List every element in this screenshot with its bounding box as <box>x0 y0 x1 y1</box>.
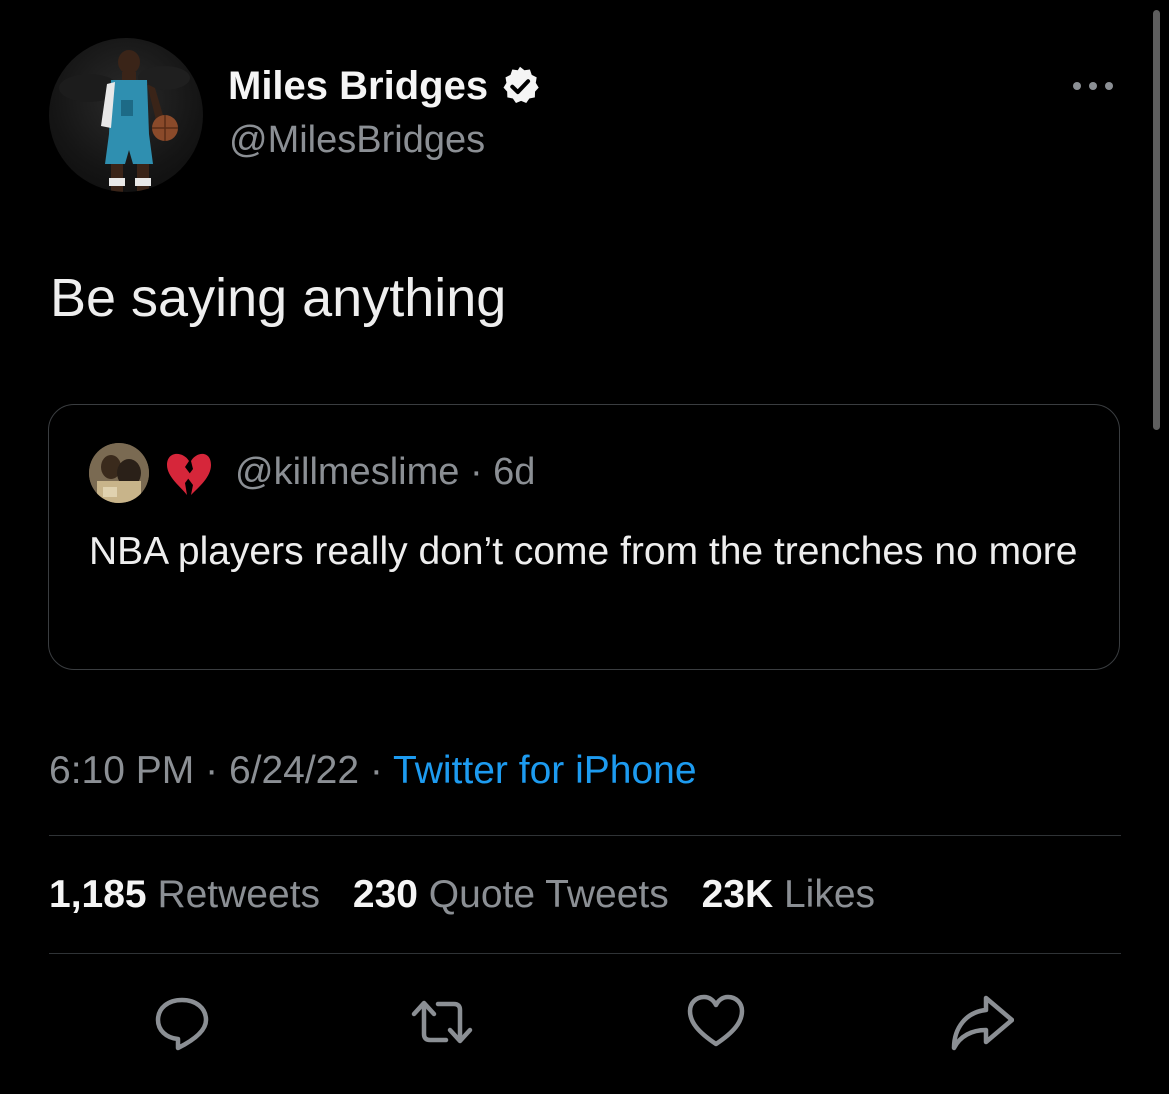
reply-button[interactable] <box>150 990 214 1054</box>
likes-count: 23K <box>701 873 774 916</box>
divider <box>49 953 1121 954</box>
tweet-meta: 6:10 PM · 6/24/22 · Twitter for iPhone <box>49 746 697 796</box>
more-dots-icon[interactable] <box>1068 74 1118 98</box>
tweet-stats: 1,185 Retweets 230 Quote Tweets 23K Like… <box>49 870 897 920</box>
quoted-tweet-card[interactable]: @killmeslime · 6d NBA players really don… <box>48 404 1120 670</box>
reply-icon <box>155 997 209 1051</box>
tweet-source-link[interactable]: Twitter for iPhone <box>393 749 696 792</box>
likes-stat[interactable]: 23K Likes <box>702 873 875 916</box>
meta-separator: · <box>469 451 483 493</box>
author-avatar-image <box>59 50 190 192</box>
broken-heart-emoji <box>167 453 211 495</box>
tweet-date: 6/24/22 <box>228 749 360 792</box>
meta-separator: · <box>369 749 383 792</box>
quoted-author-avatar-image <box>89 443 149 503</box>
heart-icon <box>687 994 745 1047</box>
quote-tweets-label: Quote Tweets <box>428 873 669 916</box>
author-avatar[interactable] <box>49 38 203 192</box>
retweets-label: Retweets <box>157 873 321 916</box>
quoted-tweet-meta: @killmeslime · 6d <box>235 449 535 495</box>
meta-separator: · <box>205 749 219 792</box>
retweet-icon <box>411 1000 473 1044</box>
divider <box>49 835 1121 836</box>
author-handle[interactable]: @MilesBridges <box>229 117 485 163</box>
scrollbar[interactable] <box>1153 10 1160 430</box>
retweets-count: 1,185 <box>49 873 147 916</box>
retweets-stat[interactable]: 1,185 Retweets <box>49 873 320 916</box>
quoted-tweet-text: NBA players really don’t come from the t… <box>89 530 1078 573</box>
quote-tweets-stat[interactable]: 230 Quote Tweets <box>353 873 669 916</box>
quote-tweets-count: 230 <box>352 873 418 916</box>
verified-badge-icon <box>503 66 539 104</box>
author-name[interactable]: Miles Bridges <box>228 62 542 110</box>
share-icon <box>951 995 1015 1051</box>
quoted-tweet-age: 6d <box>493 451 536 493</box>
tweet-text: Be saying anything <box>50 268 507 328</box>
retweet-button[interactable] <box>410 990 474 1054</box>
quoted-author-avatar[interactable] <box>89 443 149 503</box>
like-button[interactable] <box>684 990 748 1054</box>
author-name-text: Miles Bridges <box>228 64 489 108</box>
likes-label: Likes <box>783 873 876 916</box>
quoted-author-handle[interactable]: @killmeslime <box>235 451 459 493</box>
tweet-time: 6:10 PM <box>49 749 195 792</box>
share-button[interactable] <box>950 990 1015 1054</box>
